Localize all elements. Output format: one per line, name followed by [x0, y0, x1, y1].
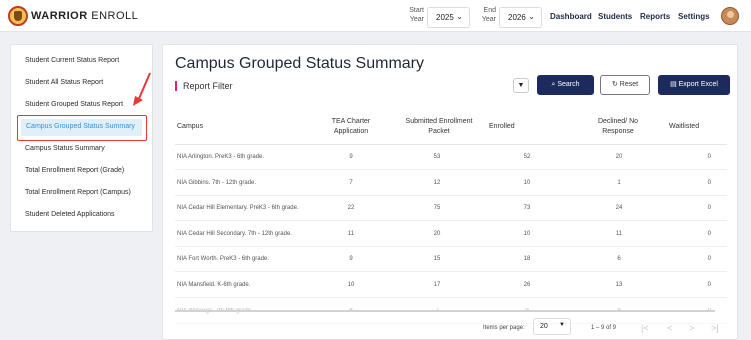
nav-settings[interactable]: Settings [678, 12, 710, 21]
caret-down-icon: ▼ [559, 322, 565, 328]
count-cell: 18 [523, 256, 531, 263]
search-button[interactable]: ⌕ Search [537, 75, 594, 95]
table-row: NIA Arlington. PreK3 - 6th grade. 9 53 52 20… [175, 145, 727, 170]
warrior-logo-icon [8, 6, 28, 26]
export-excel-button[interactable]: ▤ Export Excel [658, 75, 730, 95]
page-title: Campus Grouped Status Summary [175, 55, 424, 72]
next-page-icon[interactable]: > [689, 323, 694, 333]
count-cell: 12 [433, 179, 441, 186]
filter-icon: ▼ [517, 82, 525, 89]
column-header-submitted-packet[interactable]: Submitted Enrollment Packet [399, 117, 479, 137]
count-cell: 20 [615, 154, 623, 160]
reset-button[interactable]: ↻ Reset [600, 75, 650, 95]
pagination-range: 1 – 9 of 9 [591, 325, 617, 331]
nav-dashboard[interactable]: Dashboard [550, 12, 592, 21]
sidebar-item-campus-grouped-status-summary[interactable]: Campus Grouped Status Summary [21, 119, 142, 136]
count-cell: 11 [347, 230, 355, 237]
count-cell: 9 [349, 256, 353, 263]
column-header-declined[interactable]: Declined/ No Response [583, 117, 653, 137]
sidebar-item-campus-status-summary[interactable]: Campus Status Summary [25, 145, 105, 152]
annotation-arrow-icon [133, 72, 151, 106]
count-cell: 0 [707, 230, 711, 237]
count-cell: 17 [433, 282, 441, 288]
user-avatar[interactable] [721, 7, 739, 25]
report-filter-label: Report Filter [175, 81, 233, 91]
campus-name-cell: NIA Cedar Hill Elementary. PreK3 - 6th g… [177, 205, 299, 212]
file-icon: ▤ [670, 81, 677, 88]
count-cell: 0 [707, 179, 711, 186]
campus-name-cell: NIA Arlington. PreK3 - 6th grade. [177, 154, 265, 160]
sidebar-item-student-grouped-status[interactable]: Student Grouped Status Report [25, 101, 123, 108]
campus-name-cell: NIA Cedar Hill Secondary. 7th - 12th gra… [177, 230, 292, 237]
nav-students[interactable]: Students [598, 12, 632, 21]
filter-toggle-button[interactable]: ▼ [513, 78, 529, 93]
count-cell: 26 [523, 282, 531, 288]
campus-name-cell: NIA Mansfield. K-6th grade. [177, 282, 251, 288]
count-cell: 0 [707, 282, 711, 288]
items-per-page-label: Items per page: [483, 325, 525, 331]
count-cell: 10 [523, 230, 531, 237]
column-header-waitlisted[interactable]: Waitlisted [669, 122, 699, 132]
column-header-campus[interactable]: Campus [177, 122, 203, 132]
table-row: NIA Cedar Hill Secondary. 7th - 12th gra… [175, 222, 727, 247]
table-row: NIA Fort Worth. PreK3 - 6th grade. 9 15 18 6… [175, 247, 727, 273]
first-page-icon[interactable]: |< [641, 323, 649, 333]
count-cell: 22 [347, 205, 355, 212]
end-year-label: End Year [481, 7, 496, 23]
count-cell: 6 [617, 256, 621, 263]
sidebar-item-total-enrollment-campus[interactable]: Total Enrollment Report (Campus) [25, 189, 131, 196]
count-cell: 7 [349, 179, 353, 186]
chevron-down-icon: ⌄ [528, 12, 535, 21]
count-cell: 0 [707, 205, 711, 212]
previous-page-icon[interactable]: < [667, 323, 672, 333]
active-item-highlight: Campus Grouped Status Summary [17, 115, 147, 141]
sidebar-item-student-all-status[interactable]: Student All Status Report [25, 79, 103, 86]
chevron-down-icon: ⌄ [456, 12, 463, 21]
column-header-enrolled[interactable]: Enrolled [489, 122, 515, 132]
count-cell: 9 [349, 154, 353, 160]
column-header-tea-charter[interactable]: TEA Charter Application [323, 117, 379, 137]
campus-name-cell: NIA Fort Worth. PreK3 - 6th grade. [177, 256, 269, 263]
count-cell: 1 [617, 179, 621, 186]
brand-name: WARRIOR ENROLL [31, 10, 139, 22]
count-cell: 0 [707, 154, 711, 160]
count-cell: 24 [615, 205, 623, 212]
start-year-select[interactable]: 2025 ⌄ [427, 7, 470, 28]
nav-reports[interactable]: Reports [640, 12, 670, 21]
sidebar-item-total-enrollment-grade[interactable]: Total Enrollment Report (Grade) [25, 167, 124, 174]
refresh-icon: ↻ [611, 81, 618, 88]
count-cell: 15 [433, 256, 441, 263]
table-row: NIA Mansfield. K-6th grade. 10 17 26 13 0 [175, 273, 727, 298]
count-cell: 11 [615, 230, 623, 237]
count-cell: 0 [707, 256, 711, 263]
count-cell: 73 [523, 205, 531, 212]
count-cell: 10 [523, 179, 531, 186]
top-navbar: WARRIOR ENROLL Start Year 2025 ⌄ End Year 2… [0, 0, 751, 32]
search-icon: ⌕ [551, 81, 556, 88]
campus-name-cell: NIA Gibbins. 7th - 12th grade. [177, 179, 257, 186]
count-cell: 13 [615, 282, 623, 288]
end-year-select[interactable]: 2026 ⌄ [499, 7, 542, 28]
report-panel: Campus Grouped Status Summary Report Fil… [162, 44, 738, 340]
count-cell: 20 [433, 230, 441, 237]
count-cell: 10 [347, 282, 355, 288]
sidebar-item-student-deleted-applications[interactable]: Student Deleted Applications [25, 211, 115, 218]
count-cell: 52 [523, 154, 531, 160]
horizontal-scrollbar[interactable] [175, 310, 715, 312]
items-per-page-select[interactable]: 20 ▼ [533, 318, 571, 335]
sidebar-item-student-current-status[interactable]: Student Current Status Report [25, 57, 119, 64]
count-cell: 53 [433, 154, 441, 160]
count-cell: 75 [433, 205, 441, 212]
table-row: NIA Cedar Hill Elementary. PreK3 - 6th g… [175, 196, 727, 222]
last-page-icon[interactable]: >| [711, 323, 719, 333]
table-row: NIA Gibbins. 7th - 12th grade. 7 12 10 1 0 [175, 171, 727, 196]
start-year-label: Start Year [409, 7, 424, 23]
